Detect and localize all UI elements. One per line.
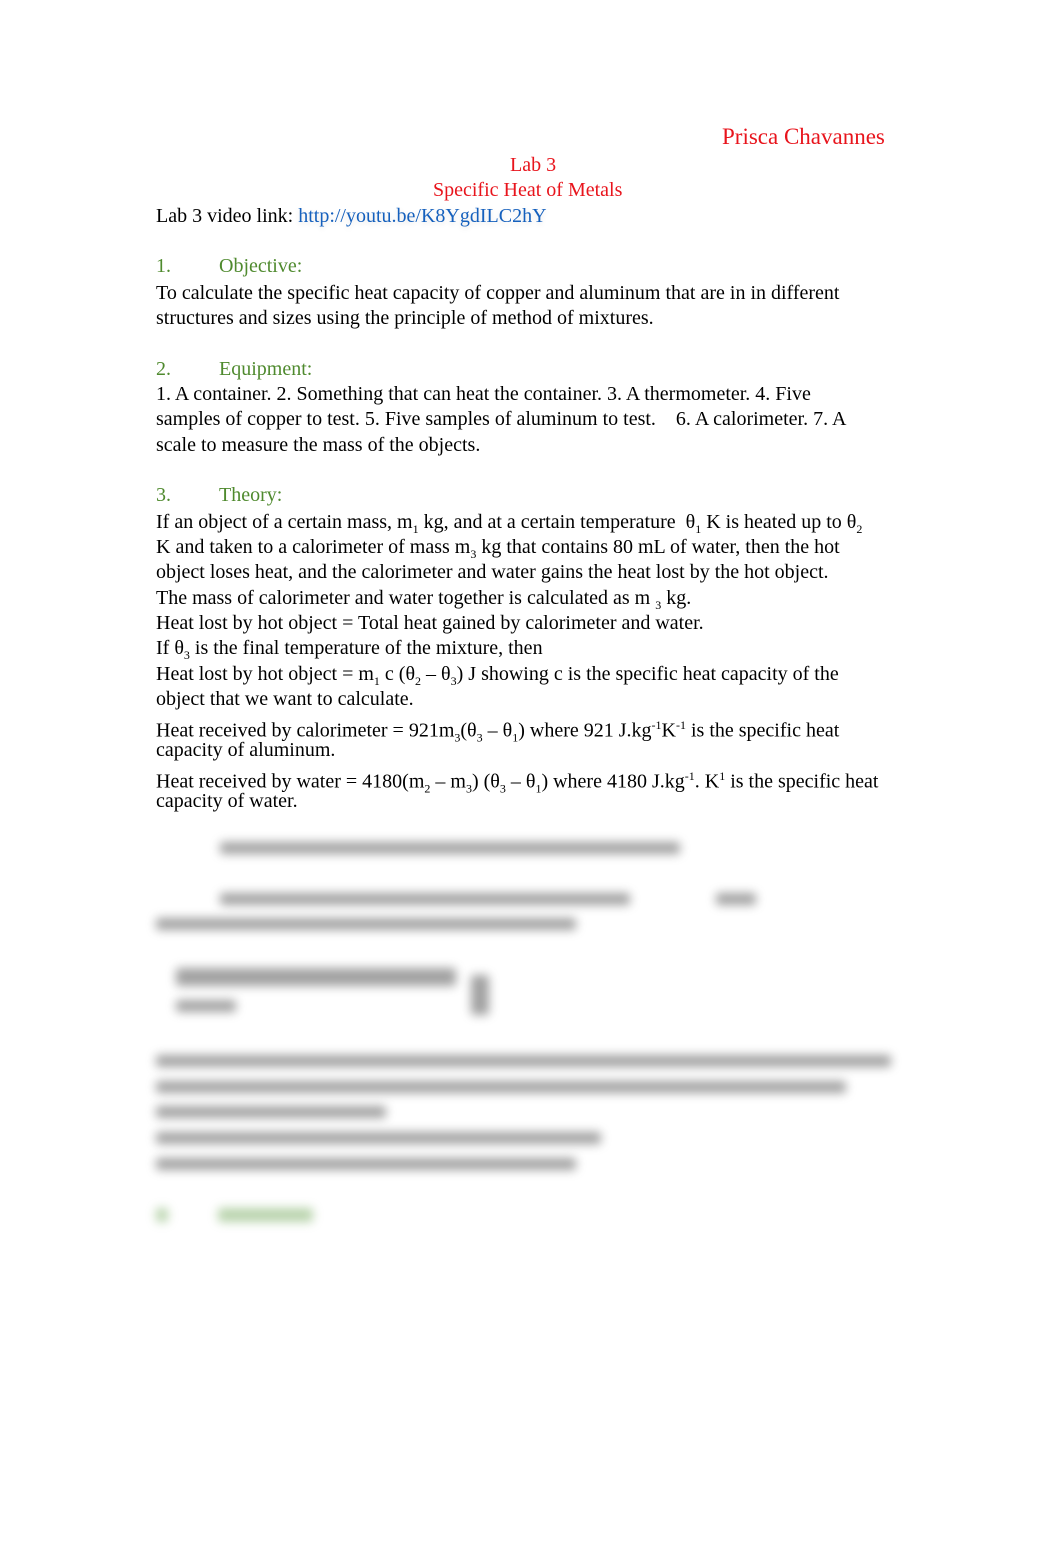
section-number: 2. [156, 358, 171, 380]
objective-text: structures and sizes using the principle… [156, 307, 654, 329]
section-heading-equipment: 2. Equipment: [156, 357, 312, 382]
video-link[interactable]: http://youtu.be/K8YgdILC2hY [298, 205, 546, 227]
theory-line: capacity of aluminum. [156, 739, 336, 761]
section-title: Objective: [219, 255, 303, 277]
section-number: 1. [156, 255, 171, 277]
theory-line: object that we want to calculate. [156, 688, 414, 710]
section-heading-theory: 3. Theory: [156, 483, 282, 508]
section-title: Equipment: [219, 358, 313, 380]
theory-line: object loses heat, and the calorimeter a… [156, 561, 829, 583]
equipment-text: samples of copper to test. 5. Five sampl… [156, 408, 847, 430]
video-link-label: Lab 3 video link: [156, 205, 294, 227]
section-title: Theory: [219, 484, 283, 506]
section-number: 3. [156, 484, 171, 506]
equipment-text: scale to measure the mass of the objects… [156, 434, 481, 456]
author-name: Prisca Chavannes [722, 124, 885, 149]
document-title: Specific Heat of Metals [433, 179, 623, 201]
lab-number: Lab 3 [510, 154, 557, 176]
video-link-row: Lab 3 video link: http://youtu.be/K8YgdI… [156, 204, 547, 229]
theory-line: Heat lost by hot object = Total heat gai… [156, 612, 704, 634]
equipment-text: 1. A container. 2. Something that can he… [156, 383, 811, 405]
section-heading-objective: 1. Objective: [156, 254, 302, 279]
theory-line: capacity of water. [156, 790, 298, 812]
objective-text: To calculate the specific heat capacity … [156, 282, 840, 304]
